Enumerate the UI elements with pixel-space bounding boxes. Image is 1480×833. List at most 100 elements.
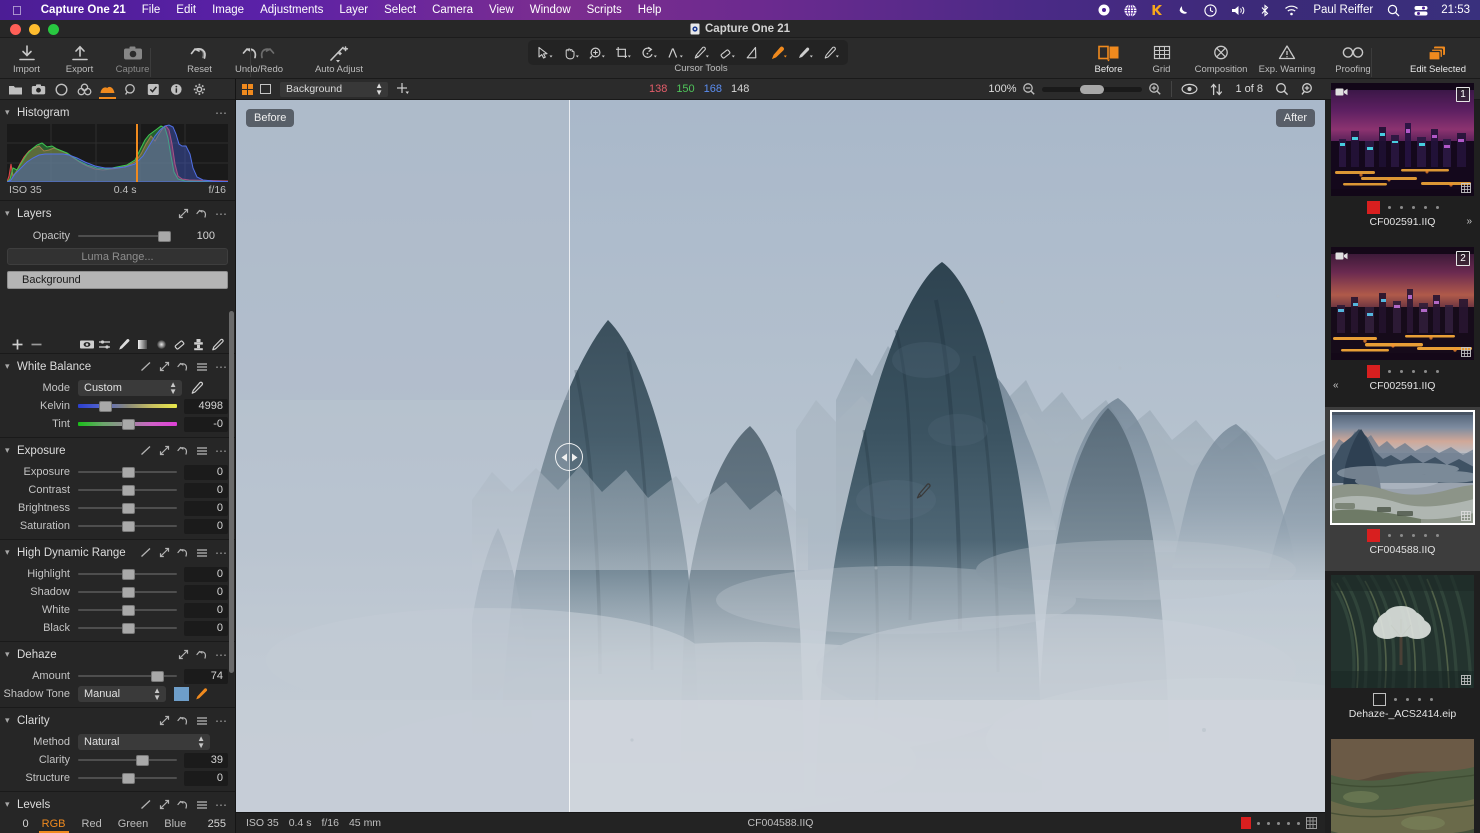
levels-header[interactable]: ▾ Levels ⋯	[0, 795, 235, 814]
ellipsis-icon[interactable]: ⋯	[215, 444, 228, 458]
menu-lines-icon[interactable]	[196, 362, 208, 372]
reset-arrow-icon[interactable]	[177, 547, 189, 558]
opacity-value[interactable]: 100	[180, 229, 220, 244]
histogram-graph[interactable]	[7, 124, 228, 182]
exposure-slider[interactable]	[78, 465, 177, 479]
zoom-out-icon[interactable]	[1022, 82, 1036, 96]
toolbar-auto-adjust-button[interactable]: Auto Adjust	[306, 42, 372, 75]
histogram-header[interactable]: ▾ Histogram ⋯	[0, 103, 235, 122]
loupe-icon[interactable]	[1301, 82, 1315, 96]
left-panel-scrollbar[interactable]	[229, 311, 234, 673]
levels-tab-red[interactable]: Red	[74, 818, 110, 830]
rating-dots[interactable]	[1388, 370, 1439, 373]
tool-tab-metadata[interactable]	[165, 79, 188, 99]
color-tag[interactable]	[1367, 365, 1380, 378]
thumbnail-image[interactable]: 2	[1331, 247, 1474, 360]
toolbar-before-button[interactable]: Before	[1082, 42, 1135, 75]
toolbar-export-button[interactable]: Export	[53, 42, 106, 75]
menu-item-window[interactable]: Window	[522, 4, 579, 16]
saturation-value[interactable]: 0	[184, 519, 228, 534]
menu-item-layer[interactable]: Layer	[331, 4, 376, 16]
white-slider[interactable]	[78, 603, 177, 617]
rating-dots[interactable]	[1394, 698, 1433, 701]
reset-arrow-icon[interactable]	[177, 715, 189, 726]
levels-tab-rgb[interactable]: RGB	[34, 818, 74, 830]
tool-tab-capture[interactable]	[27, 79, 50, 99]
thumbnail-image[interactable]: 1	[1331, 83, 1474, 196]
pencil-icon[interactable]	[140, 445, 152, 456]
saturation-slider[interactable]	[78, 519, 177, 533]
black-value[interactable]: 0	[184, 621, 228, 636]
menu-lines-icon[interactable]	[196, 800, 208, 810]
menu-item-image[interactable]: Image	[204, 4, 252, 16]
ellipsis-icon[interactable]: ⋯	[215, 106, 228, 120]
shadow-tone-select[interactable]: Manual ▲▼	[78, 686, 166, 702]
dehaze-amount-value[interactable]: 74	[184, 669, 228, 684]
add-layer-icon[interactable]	[8, 338, 27, 351]
cursor-tool-crop[interactable]	[611, 43, 635, 63]
photo-misty-karst-mountains[interactable]	[236, 100, 1325, 812]
ellipsis-icon[interactable]: ⋯	[215, 648, 228, 662]
menu-lines-icon[interactable]	[196, 548, 208, 558]
rating-dots[interactable]	[1388, 206, 1439, 209]
thumbnail-image[interactable]	[1331, 739, 1474, 833]
menu-item-file[interactable]: File	[134, 4, 169, 16]
toolbar-copy-apply-button[interactable]: Copy/Apply	[1476, 42, 1480, 75]
contrast-slider[interactable]	[78, 483, 177, 497]
shadow-tone-swatch[interactable]	[174, 687, 189, 701]
toolbar-capture-button[interactable]: Capture	[106, 42, 159, 75]
eyedropper-icon[interactable]	[190, 381, 204, 395]
kelvin-value[interactable]: 4998	[184, 399, 228, 414]
clarity-header[interactable]: ▾ Clarity ⋯	[0, 711, 235, 730]
expand-icon[interactable]	[178, 208, 189, 219]
menu-item-edit[interactable]: Edit	[168, 4, 204, 16]
filmstrip-item-5[interactable]	[1325, 735, 1480, 833]
control-center-icon[interactable]	[1407, 4, 1435, 17]
expand-icon[interactable]	[178, 649, 189, 660]
cursor-tool-gradient-mask[interactable]	[741, 43, 765, 63]
filmstrip-item-3[interactable]: CF004588.IIQ	[1325, 407, 1480, 571]
expand-icon[interactable]	[159, 361, 170, 372]
cursor-tool-heal-brush[interactable]	[767, 43, 791, 63]
wifi-icon[interactable]	[1277, 4, 1306, 17]
tool-tab-exposure[interactable]	[96, 79, 119, 99]
bluetooth-icon[interactable]	[1253, 4, 1277, 17]
clarity-method-select[interactable]: Natural ▲▼	[78, 734, 210, 750]
expand-icon[interactable]	[159, 715, 170, 726]
ellipsis-icon[interactable]: ⋯	[215, 207, 228, 221]
white-value[interactable]: 0	[184, 603, 228, 618]
color-tag[interactable]	[1367, 529, 1380, 542]
thumbnail-image[interactable]	[1331, 411, 1474, 524]
shadow-slider[interactable]	[78, 585, 177, 599]
cursor-tool-white-balance-picker[interactable]	[689, 43, 713, 63]
ellipsis-icon[interactable]: ⋯	[215, 714, 228, 728]
expand-icon[interactable]	[159, 799, 170, 810]
highlight-slider[interactable]	[78, 567, 177, 581]
minimize-window-button[interactable]	[29, 24, 40, 35]
volume-icon[interactable]	[1224, 4, 1253, 17]
chevron-down-icon[interactable]: ▾	[5, 547, 17, 558]
dehaze-header[interactable]: ▾ Dehaze ⋯	[0, 645, 235, 664]
linear-gradient-mask-icon[interactable]	[134, 338, 153, 351]
luma-range-button[interactable]: Luma Range...	[7, 248, 228, 265]
tool-tab-output[interactable]	[188, 79, 211, 99]
expand-icon[interactable]	[159, 547, 170, 558]
invert-mask-icon[interactable]	[96, 338, 115, 351]
levels-min-value[interactable]: 0	[4, 817, 34, 832]
chevron-down-icon[interactable]: ▾	[5, 649, 17, 660]
viewer-layer-select[interactable]: Background ▲▼	[280, 82, 388, 97]
levels-tab-blue[interactable]: Blue	[156, 818, 194, 830]
next-variant-chevron-icon[interactable]: »	[1466, 216, 1472, 227]
prev-variant-chevron-icon[interactable]: «	[1333, 380, 1339, 391]
exposure-header[interactable]: ▾ Exposure ⋯	[0, 441, 235, 460]
layer-item-background[interactable]: Background	[7, 271, 228, 289]
cursor-tool-draw-mask-brush[interactable]	[793, 43, 817, 63]
spotlight-search-icon[interactable]	[1380, 4, 1407, 17]
apple-logo-icon[interactable]: 	[0, 4, 33, 17]
pencil-icon[interactable]	[140, 361, 152, 372]
show-mask-eye-icon[interactable]	[77, 338, 96, 351]
levels-max-value[interactable]: 255	[201, 817, 231, 832]
black-slider[interactable]	[78, 621, 177, 635]
reset-arrow-icon[interactable]	[177, 445, 189, 456]
brightness-value[interactable]: 0	[184, 501, 228, 516]
